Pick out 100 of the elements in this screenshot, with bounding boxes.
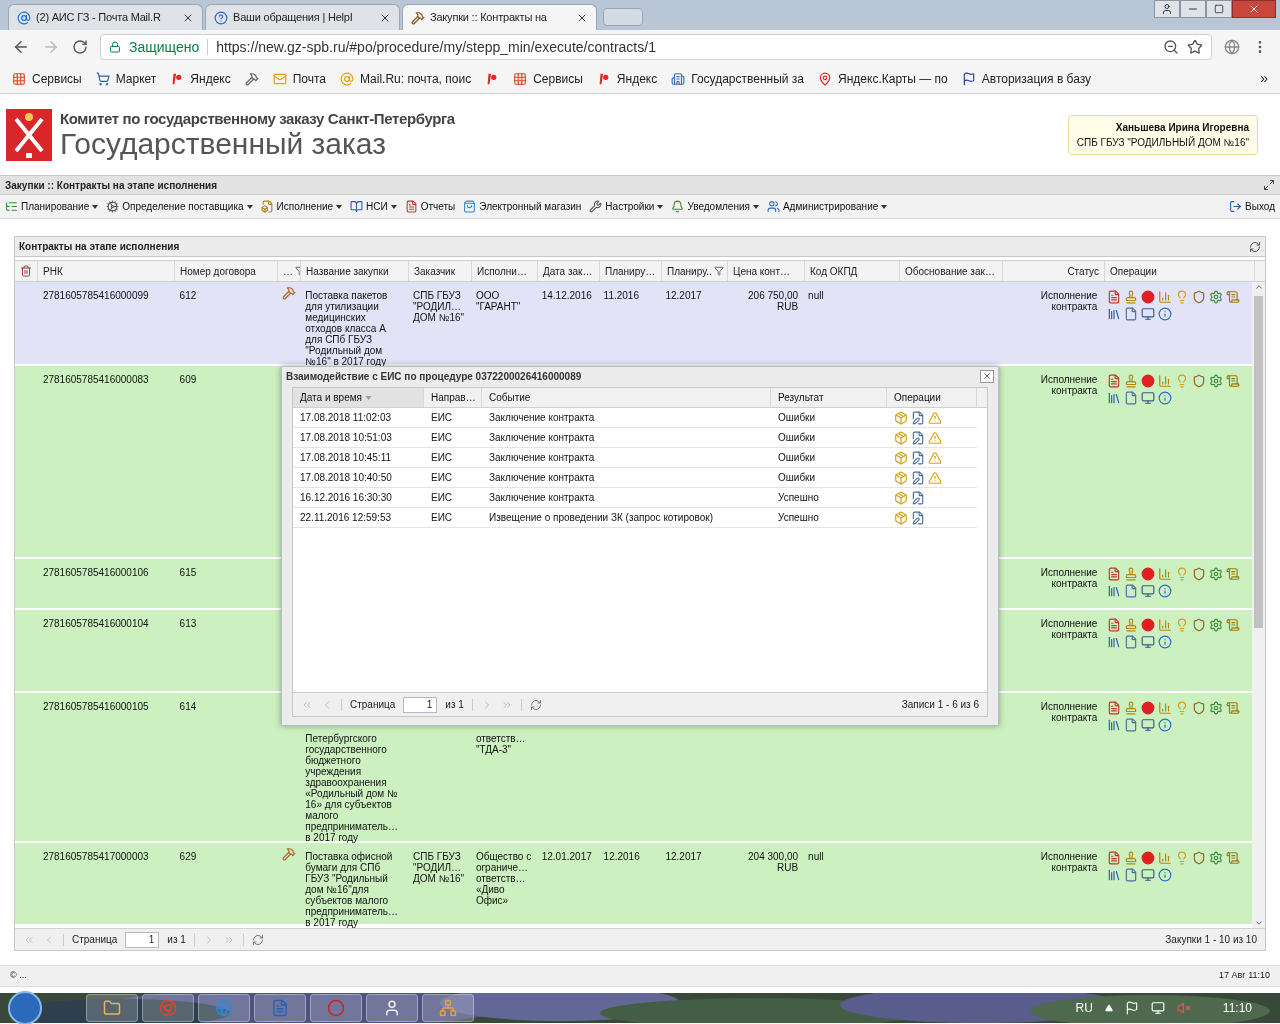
info-icon[interactable] <box>1158 307 1173 321</box>
info-icon[interactable] <box>1158 868 1173 882</box>
warning-icon[interactable] <box>928 430 942 445</box>
package-icon[interactable] <box>894 430 908 445</box>
column-header[interactable]: Статус <box>1003 261 1105 281</box>
column-header[interactable]: Заказчик <box>409 261 472 281</box>
page-icon[interactable] <box>1124 307 1139 321</box>
network-icon[interactable] <box>1150 1001 1165 1015</box>
scroll-icon[interactable] <box>1226 618 1241 632</box>
scroll-icon[interactable] <box>1226 374 1241 388</box>
collapse-icon[interactable] <box>1263 179 1275 191</box>
package-icon[interactable] <box>894 470 908 485</box>
extension-icon[interactable] <box>1224 39 1240 55</box>
browser-tab[interactable]: Закупки :: Контракты на <box>402 4 597 30</box>
page-field[interactable]: 1 <box>403 696 438 713</box>
browser-tab[interactable]: Ваши обращения | HelpI <box>205 4 400 30</box>
document-edit-icon[interactable] <box>911 430 925 445</box>
column-header[interactable]: Исполни… <box>472 261 538 281</box>
table-row[interactable]: 22.11.2016 12:59:53 ЕИС Извещение о проведении ЗК (запрос котировок) Успешно <box>293 508 977 528</box>
document-icon[interactable] <box>1107 567 1122 581</box>
record-icon[interactable] <box>1141 851 1156 865</box>
monitor-icon[interactable] <box>1141 584 1156 598</box>
column-header[interactable]: РНК <box>38 261 175 281</box>
books-icon[interactable] <box>1107 635 1122 649</box>
bookmark[interactable]: Сервисы <box>513 69 583 88</box>
emblem-icon[interactable] <box>1192 701 1207 715</box>
scroll-icon[interactable] <box>1226 290 1241 304</box>
column-header[interactable]: Событие <box>482 388 771 407</box>
gear-icon[interactable] <box>1209 851 1224 865</box>
browser-tab[interactable]: (2) АИС ГЗ - Почта Mail.R <box>8 4 203 30</box>
table-row[interactable]: 17.08.2018 10:45:11 ЕИС Заключение контракта Ошибки <box>293 448 977 468</box>
package-icon[interactable] <box>894 490 908 505</box>
refresh-icon[interactable] <box>1249 240 1261 253</box>
stamp-icon[interactable] <box>1124 851 1139 865</box>
reload-icon[interactable] <box>72 39 88 55</box>
gear-icon[interactable] <box>1209 290 1224 304</box>
bookmark[interactable]: Яндекс.Карты — по <box>818 69 948 88</box>
emblem-icon[interactable] <box>1192 618 1207 632</box>
package-icon[interactable] <box>894 510 908 525</box>
stamp-icon[interactable] <box>1124 567 1139 581</box>
scroll-icon[interactable] <box>1226 567 1241 581</box>
column-header[interactable]: Результат <box>771 388 887 407</box>
document-icon[interactable] <box>1107 374 1122 388</box>
clock[interactable]: 11:10 <box>1222 999 1252 1017</box>
page-icon[interactable] <box>1124 584 1139 598</box>
logout-button[interactable]: Выход <box>1229 199 1275 214</box>
chart-icon[interactable] <box>1158 851 1173 865</box>
column-header[interactable]: Планиру.. <box>662 261 728 281</box>
bookmark[interactable]: Сервисы <box>12 69 82 88</box>
menu-item[interactable]: Электронный магазин <box>463 199 582 214</box>
address-field[interactable]: Защищено https://new.gz-spb.ru/#po/procedure/my/stepp_min/execute/contracts/1 <box>100 34 1212 60</box>
menu-item[interactable]: Отчеты <box>404 199 456 214</box>
monitor-icon[interactable] <box>1141 635 1156 649</box>
maximize-button[interactable] <box>1206 0 1232 18</box>
books-icon[interactable] <box>1107 584 1122 598</box>
refresh-icon[interactable] <box>529 698 542 711</box>
zoom-icon[interactable] <box>1163 39 1179 55</box>
scroll-down-icon[interactable] <box>1253 918 1264 928</box>
menu-item[interactable]: Исполнение <box>260 199 343 214</box>
table-row[interactable] <box>15 843 1252 926</box>
bookmark[interactable]: Mail.Ru: почта, поис <box>340 69 472 88</box>
column-header[interactable]: Название закупки <box>301 261 409 281</box>
info-icon[interactable] <box>1158 391 1173 405</box>
scrollbar[interactable] <box>1252 282 1265 928</box>
package-icon[interactable] <box>894 410 908 425</box>
books-icon[interactable] <box>1107 391 1122 405</box>
books-icon[interactable] <box>1107 307 1122 321</box>
table-row[interactable] <box>15 282 1252 366</box>
page-icon[interactable] <box>1124 635 1139 649</box>
document-icon[interactable] <box>1107 851 1122 865</box>
tray-arrow-icon[interactable] <box>1104 1004 1113 1012</box>
page-icon[interactable] <box>1124 868 1139 882</box>
bookmark[interactable]: Яндекс <box>596 69 658 88</box>
bookmark[interactable]: Яндекс <box>170 69 231 88</box>
document-edit-icon[interactable] <box>911 510 925 525</box>
books-icon[interactable] <box>1107 868 1122 882</box>
table-row[interactable]: 16.12.2016 16:30:30 ЕИС Заключение контракта Успешно <box>293 488 977 508</box>
column-header[interactable]: Дата зак… <box>538 261 600 281</box>
close-button[interactable] <box>980 369 994 383</box>
gear-icon[interactable] <box>1209 567 1224 581</box>
chart-icon[interactable] <box>1158 290 1173 304</box>
bookmark[interactable]: Почта <box>272 69 327 88</box>
stamp-icon[interactable] <box>1124 618 1139 632</box>
table-row[interactable]: 17.08.2018 11:02:03 ЕИС Заключение контракта Ошибки <box>293 408 977 428</box>
stamp-icon[interactable] <box>1124 701 1139 715</box>
table-row[interactable]: 17.08.2018 10:51:03 ЕИС Заключение контракта Ошибки <box>293 428 977 448</box>
language-indicator[interactable]: RU <box>1075 999 1093 1017</box>
page-field[interactable]: 1 <box>125 931 160 948</box>
document-icon[interactable] <box>1107 618 1122 632</box>
scrollbar-thumb[interactable] <box>1254 296 1263 628</box>
package-icon[interactable] <box>894 450 908 465</box>
profile-button[interactable] <box>1154 0 1180 18</box>
warning-icon[interactable] <box>928 450 942 465</box>
monitor-icon[interactable] <box>1141 391 1156 405</box>
info-icon[interactable] <box>1158 635 1173 649</box>
stamp-icon[interactable] <box>1124 290 1139 304</box>
flag-icon[interactable] <box>1124 1001 1139 1015</box>
record-icon[interactable] <box>1141 567 1156 581</box>
page-icon[interactable] <box>1124 718 1139 732</box>
scroll-up-icon[interactable] <box>1253 282 1264 292</box>
